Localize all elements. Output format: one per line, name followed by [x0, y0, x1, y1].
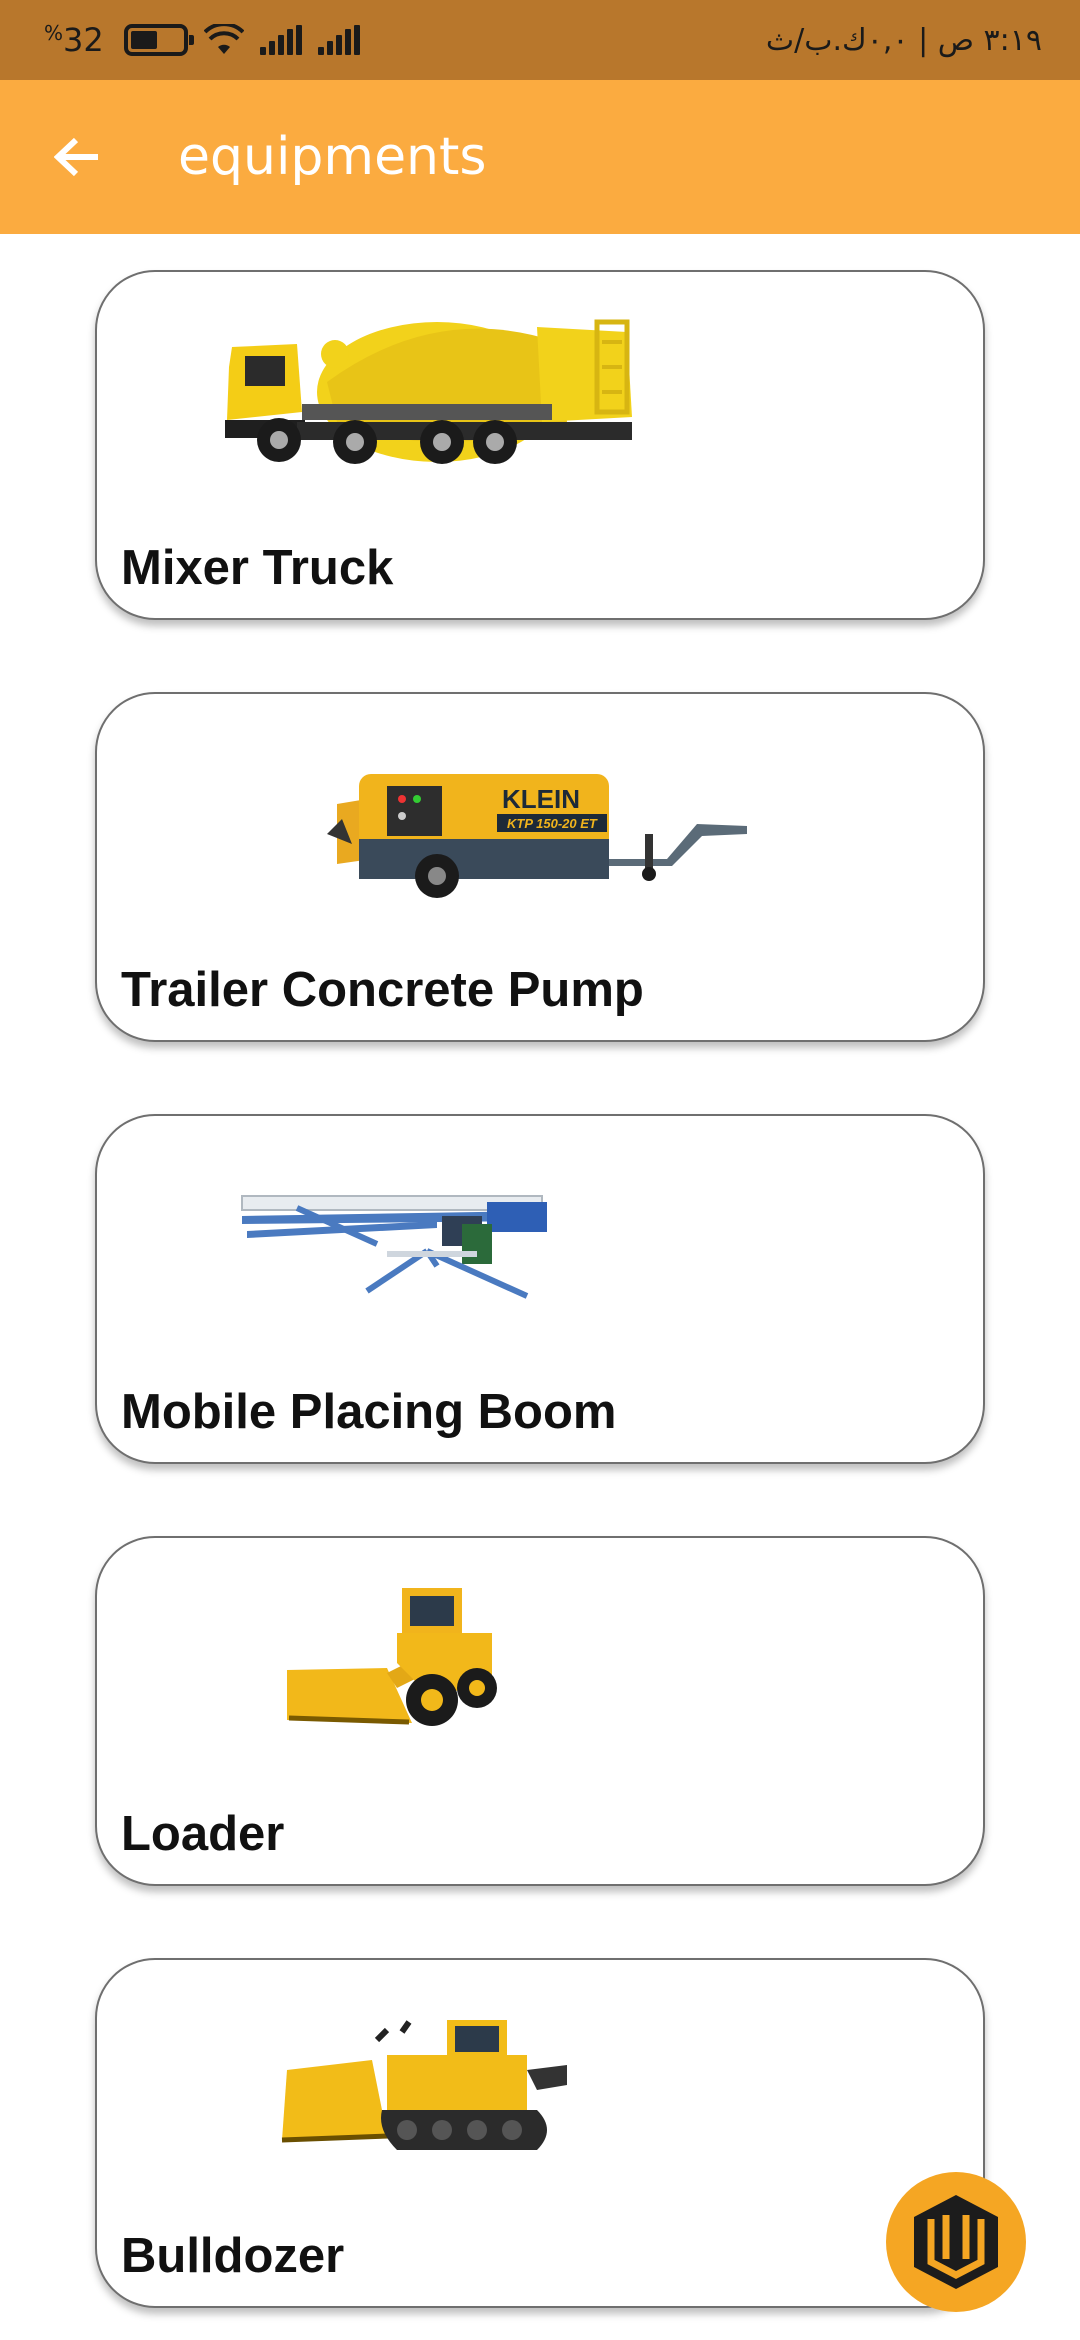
equipment-label: Bulldozer: [121, 2229, 345, 2283]
status-icons: %32: [44, 21, 360, 59]
equipment-label: Loader: [121, 1807, 285, 1861]
app-bar: equipments: [0, 80, 1080, 234]
equipment-card-mixer-truck[interactable]: Mixer Truck: [95, 270, 985, 620]
battery-level: %32: [44, 21, 104, 59]
page-title: equipments: [178, 127, 487, 187]
equipment-card-bulldozer[interactable]: Bulldozer: [95, 1958, 985, 2308]
equipment-label: Mixer Truck: [121, 541, 394, 595]
status-bar: %32 ٣:١٩ ص | ٠,٠ك.ب/ث: [0, 0, 1080, 80]
equipment-card-mobile-placing-boom[interactable]: Mobile Placing Boom: [95, 1114, 985, 1464]
equipment-card-trailer-concrete-pump[interactable]: KLEIN KTP 150-20 ET Trailer Concrete Pum…: [95, 692, 985, 1042]
arrow-left-icon: [54, 137, 98, 177]
pump-brand-text: KLEIN: [502, 784, 580, 814]
app-logo-button[interactable]: [886, 2172, 1026, 2312]
equipment-label: Trailer Concrete Pump: [121, 963, 644, 1017]
battery-icon: [123, 24, 194, 56]
equipment-label: Mobile Placing Boom: [121, 1385, 617, 1439]
app-logo-icon: [914, 2195, 998, 2289]
pump-model-text: KTP 150-20 ET: [507, 816, 598, 831]
signal-icon: [259, 25, 302, 55]
status-time-speed: ٣:١٩ ص | ٠,٠ك.ب/ث: [765, 22, 1042, 58]
wifi-icon: [203, 24, 244, 54]
back-button[interactable]: [37, 117, 117, 197]
equipment-card-loader[interactable]: Loader: [95, 1536, 985, 1886]
signal-icon: [317, 25, 360, 55]
